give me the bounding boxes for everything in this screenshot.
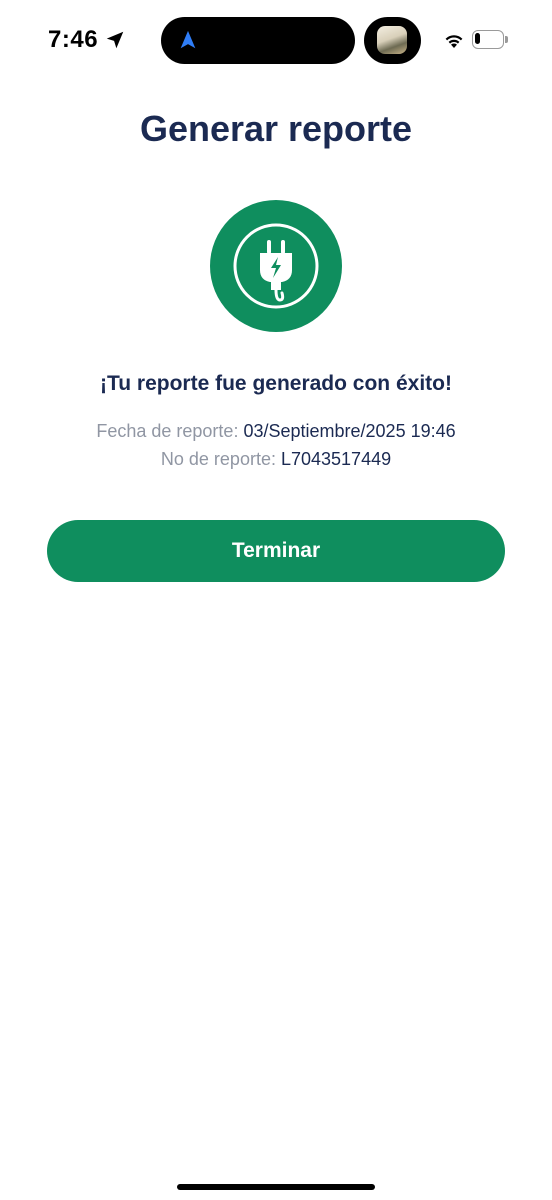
status-time-group: 7:46	[48, 26, 126, 54]
thumbnail-image	[377, 26, 407, 54]
status-time: 7:46	[48, 26, 99, 53]
finish-button[interactable]: Terminar	[47, 520, 505, 582]
dynamic-island[interactable]	[161, 17, 355, 64]
home-indicator[interactable]	[177, 1184, 375, 1190]
battery-icon	[472, 30, 504, 49]
wifi-icon	[445, 35, 463, 48]
location-arrow-icon	[106, 31, 124, 49]
navigation-arrow-icon	[180, 30, 196, 49]
live-activity-thumbnail[interactable]	[364, 17, 421, 64]
report-date-label: Fecha de reporte:	[96, 421, 239, 441]
report-number-value: L7043517449	[280, 449, 392, 469]
battery-cap	[505, 36, 508, 43]
report-date-row: Fecha de reporte: 03/Septiembre/2025 19:…	[0, 420, 552, 442]
success-message: ¡Tu reporte fue generado con éxito!	[100, 372, 452, 395]
report-number-label: No de reporte:	[160, 449, 276, 469]
battery-level	[475, 33, 480, 44]
plug-icon	[233, 223, 319, 309]
report-date-value: 03/Septiembre/2025 19:46	[243, 421, 456, 441]
status-bar: 7:46	[0, 0, 552, 80]
success-status-badge	[210, 200, 342, 332]
report-number-row: No de reporte: L7043517449	[0, 448, 552, 470]
page-title: Generar reporte	[139, 108, 413, 149]
